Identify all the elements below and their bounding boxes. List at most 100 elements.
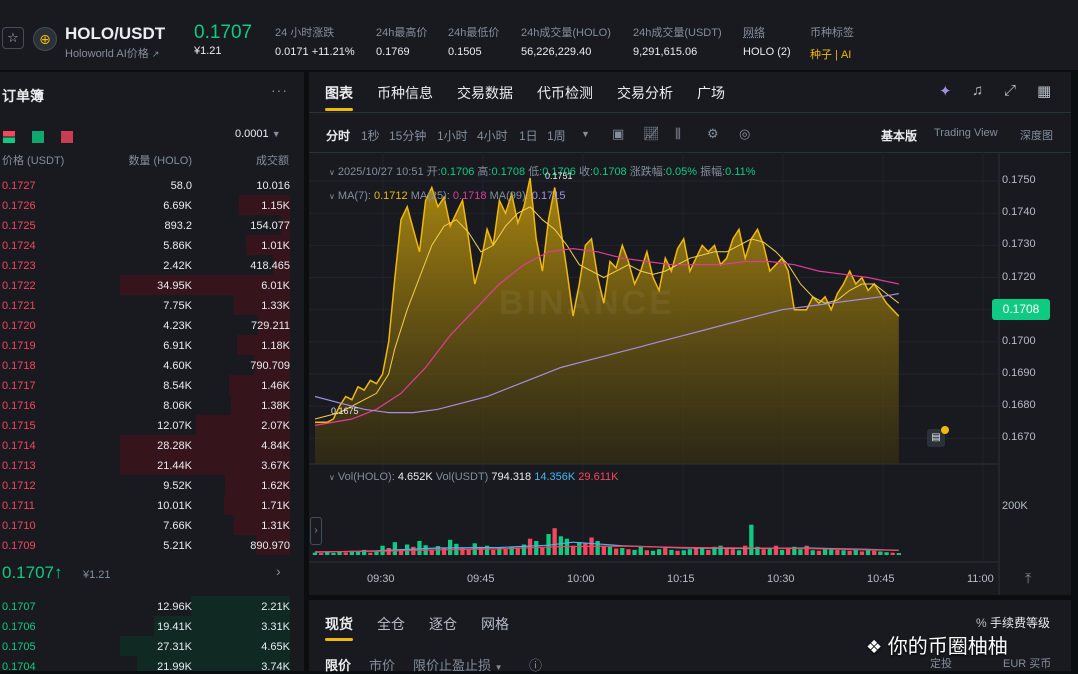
ask-row[interactable]: 0.1726 6.69K 1.15K	[0, 195, 290, 215]
min-price-label: 0.1675	[331, 406, 359, 416]
price-axis-tick: 0.1720	[1002, 270, 1036, 283]
volume-bar	[312, 552, 318, 555]
stat-network[interactable]: 网络 HOLO (2)	[743, 24, 791, 58]
holo-coin-logo: ⊕	[33, 27, 57, 51]
view-both-icon[interactable]	[3, 130, 15, 143]
ask-row[interactable]: 0.1719 6.91K 1.18K	[0, 335, 290, 355]
ask-row[interactable]: 0.1715 12.07K 2.07K	[0, 415, 290, 435]
ask-row[interactable]: 0.1724 5.86K 1.01K	[0, 235, 290, 255]
volume-bar	[429, 550, 434, 555]
tab-grid[interactable]: 网格	[481, 614, 509, 634]
time-axis-tick: 10:45	[867, 573, 895, 585]
ask-row[interactable]: 0.1720 4.23K 729.211	[0, 315, 290, 335]
volume-bar	[884, 552, 889, 555]
stat-24h-volume-usdt: 24h成交量(USDT) 9,291,615.06	[633, 27, 722, 58]
price-axis-tick: 0.1740	[1002, 206, 1036, 219]
scroll-left-handle[interactable]: ›	[310, 517, 322, 545]
pair-subtitle[interactable]: Holoworld AI价格 ↗	[65, 45, 159, 61]
volume-bar	[614, 548, 619, 555]
bid-price: 0.1704	[2, 661, 36, 671]
volume-bar	[786, 548, 791, 555]
ask-price: 0.1719	[2, 340, 36, 352]
ask-qty: 7.75K	[163, 300, 192, 312]
orderbook-last-price[interactable]: 0.1707↑	[2, 563, 63, 583]
pair-title[interactable]: HOLO/USDT	[65, 24, 165, 44]
bid-row[interactable]: 0.1704 21.99K 3.74K	[0, 656, 290, 671]
view-asks-icon[interactable]	[61, 130, 73, 143]
order-type-limit[interactable]: 限价	[325, 655, 351, 674]
price-chart[interactable]	[309, 72, 1071, 595]
ask-price: 0.1722	[2, 280, 36, 292]
volume-bar	[718, 545, 723, 555]
fee-level-link[interactable]: % 手续费等级	[976, 614, 1050, 631]
bid-total: 4.65K	[261, 641, 290, 653]
volume-bar	[577, 542, 582, 555]
ask-price: 0.1724	[2, 240, 36, 252]
tab-spot[interactable]: 现货	[325, 614, 353, 634]
favorite-star-icon[interactable]: ☆	[2, 27, 24, 49]
ask-row[interactable]: 0.1712 9.52K 1.62K	[0, 475, 290, 495]
view-bids-icon[interactable]	[32, 130, 44, 143]
ask-price: 0.1725	[2, 220, 36, 232]
bid-row[interactable]: 0.1707 12.96K 2.21K	[0, 596, 290, 616]
bid-qty: 12.96K	[157, 601, 192, 613]
ask-price: 0.1709	[2, 540, 36, 552]
ask-row[interactable]: 0.1725 893.2 154.077	[0, 215, 290, 235]
tab-isolated[interactable]: 逐仓	[429, 614, 457, 634]
ask-qty: 58.0	[170, 180, 192, 192]
time-axis-tick: 10:15	[667, 573, 695, 585]
chevron-right-icon[interactable]: ›	[276, 563, 281, 579]
price-axis-tick: 0.1680	[1002, 399, 1036, 412]
stat-coin-tags[interactable]: 币种标签 种子 | AI	[810, 24, 854, 62]
ask-qty: 9.52K	[163, 480, 192, 492]
ask-price: 0.1727	[2, 180, 36, 192]
ask-row[interactable]: 0.1711 10.01K 1.71K	[0, 495, 290, 515]
ask-row[interactable]: 0.1718 4.60K 790.709	[0, 355, 290, 375]
volume-bar	[730, 549, 735, 555]
eur-buy-link[interactable]: EUR 买币	[1003, 655, 1051, 671]
volume-bar	[749, 524, 754, 555]
tab-cross[interactable]: 全仓	[377, 614, 405, 634]
bid-row[interactable]: 0.1706 19.41K 3.31K	[0, 616, 290, 636]
order-type-market[interactable]: 市价	[369, 655, 395, 674]
volume-bar	[773, 545, 779, 555]
bid-price: 0.1705	[2, 641, 36, 653]
ask-row[interactable]: 0.1727 58.0 10.016	[0, 175, 290, 195]
ask-row[interactable]: 0.1709 5.21K 890.970	[0, 535, 290, 555]
time-axis-tick: 09:45	[467, 573, 495, 585]
volume-bar	[798, 549, 803, 555]
market-header: ☆ ⊕ HOLO/USDT Holoworld AI价格 ↗ 0.1707 ¥1…	[0, 0, 1078, 70]
bid-row[interactable]: 0.1705 27.31K 4.65K	[0, 636, 290, 656]
ask-row[interactable]: 0.1717 8.54K 1.46K	[0, 375, 290, 395]
ask-row[interactable]: 0.1716 8.06K 1.38K	[0, 395, 290, 415]
price-axis-tick: 0.1670	[1002, 431, 1036, 444]
ask-total: 1.31K	[261, 520, 290, 532]
fit-scale-icon[interactable]: ⤒	[1025, 570, 1031, 587]
volume-bar	[540, 548, 545, 555]
bid-total: 3.31K	[261, 621, 290, 633]
ask-qty: 4.23K	[163, 320, 192, 332]
volume-bar	[767, 548, 772, 555]
ask-row[interactable]: 0.1713 21.44K 3.67K	[0, 455, 290, 475]
notification-dot	[941, 426, 949, 434]
ask-row[interactable]: 0.1722 34.95K 6.01K	[0, 275, 290, 295]
time-axis-tick: 11:00	[967, 573, 994, 585]
ask-row[interactable]: 0.1710 7.66K 1.31K	[0, 515, 290, 535]
precision-select[interactable]: 0.0001 ▼	[235, 128, 281, 140]
volume-bar	[724, 548, 729, 555]
ask-total: 1.33K	[261, 300, 290, 312]
ask-row[interactable]: 0.1723 2.42K 418.465	[0, 255, 290, 275]
volume-bar	[736, 550, 742, 555]
volume-bar	[638, 546, 643, 555]
volume-bar	[706, 549, 711, 555]
info-icon[interactable]: ⓘ	[529, 655, 542, 674]
volume-bar	[700, 548, 705, 555]
order-type-stop-limit[interactable]: 限价止盈止损 ▼	[413, 655, 503, 674]
ask-row[interactable]: 0.1714 28.28K 4.84K	[0, 435, 290, 455]
volume-bar	[607, 546, 613, 555]
orderbook-menu-icon[interactable]: ···	[271, 82, 288, 98]
ask-qty: 8.06K	[163, 400, 192, 412]
ask-total: 3.67K	[261, 460, 290, 472]
ask-row[interactable]: 0.1721 7.75K 1.33K	[0, 295, 290, 315]
volume-bar	[417, 541, 422, 555]
